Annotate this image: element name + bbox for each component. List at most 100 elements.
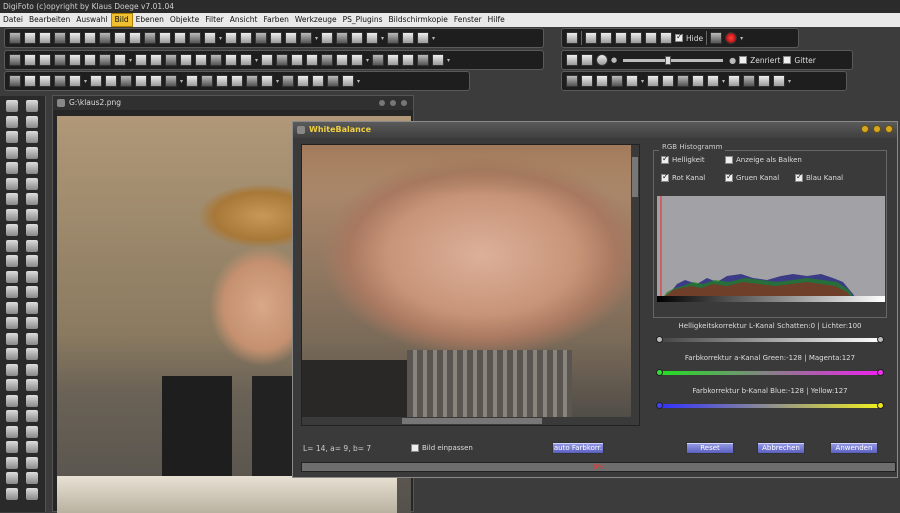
minimize-icon[interactable] bbox=[379, 100, 385, 106]
toolbar-button-icon[interactable] bbox=[39, 75, 51, 87]
toolbar-button-icon[interactable] bbox=[54, 75, 66, 87]
toolbar-button-icon[interactable] bbox=[402, 54, 415, 66]
toolbar-button-icon[interactable] bbox=[743, 75, 756, 87]
toolbar-button-icon[interactable] bbox=[135, 54, 148, 66]
tool-icon[interactable] bbox=[6, 363, 18, 376]
dialog-minimize-icon[interactable] bbox=[861, 125, 869, 133]
fit-image-option[interactable]: Bild einpassen bbox=[411, 444, 473, 452]
chevron-down-icon[interactable]: ▾ bbox=[641, 78, 644, 85]
toolbar-button-icon[interactable] bbox=[114, 32, 126, 44]
zoom-out-icon[interactable]: ● bbox=[611, 56, 617, 64]
tool-icon[interactable] bbox=[26, 239, 38, 252]
menu-hilfe[interactable]: Hilfe bbox=[485, 13, 508, 27]
toolbar-button-icon[interactable] bbox=[174, 32, 186, 44]
camera-icon[interactable] bbox=[566, 32, 578, 44]
tool-icon[interactable] bbox=[26, 301, 38, 314]
chevron-down-icon[interactable]: ▾ bbox=[315, 35, 318, 42]
toolbar-button-icon[interactable] bbox=[144, 32, 156, 44]
toolbar-button-icon[interactable] bbox=[69, 75, 81, 87]
toolbar-button-icon[interactable] bbox=[99, 54, 111, 66]
toolbar-button-icon[interactable] bbox=[647, 75, 660, 87]
toolbar-button-icon[interactable] bbox=[312, 75, 325, 87]
toolbar-button-icon[interactable] bbox=[366, 32, 379, 44]
l-shadow-thumb[interactable] bbox=[656, 336, 663, 343]
toolbar-button-icon[interactable] bbox=[135, 75, 148, 87]
tool-icon[interactable] bbox=[6, 100, 18, 112]
chevron-down-icon[interactable]: ▾ bbox=[722, 78, 725, 85]
layout-icon[interactable] bbox=[630, 32, 642, 44]
toolbar-button-icon[interactable] bbox=[54, 32, 66, 44]
tool-icon[interactable] bbox=[6, 487, 18, 500]
tool-icon[interactable] bbox=[26, 146, 38, 159]
toolbar-button-icon[interactable] bbox=[300, 32, 313, 44]
toolbar-button-icon[interactable] bbox=[165, 54, 178, 66]
tool-icon[interactable] bbox=[26, 224, 38, 236]
tool-icon[interactable] bbox=[6, 224, 18, 236]
chevron-down-icon[interactable]: ▾ bbox=[276, 78, 279, 85]
tool-icon[interactable] bbox=[26, 177, 38, 190]
toolbar-button-icon[interactable] bbox=[114, 54, 126, 66]
toolbar-button-icon[interactable] bbox=[342, 75, 355, 87]
dialog-maximize-icon[interactable] bbox=[873, 125, 881, 133]
toolbar-button-icon[interactable] bbox=[84, 54, 96, 66]
toolbar-button-icon[interactable] bbox=[69, 32, 81, 44]
toolbar-button-icon[interactable] bbox=[387, 54, 400, 66]
panel-icon[interactable] bbox=[645, 32, 657, 44]
toolbar-button-icon[interactable] bbox=[387, 32, 400, 44]
toolbar-button-icon[interactable] bbox=[327, 75, 340, 87]
red-channel-checkbox[interactable] bbox=[661, 172, 669, 182]
toolbar-button-icon[interactable] bbox=[39, 54, 51, 66]
green-channel-option[interactable]: Gruen Kanal bbox=[725, 172, 779, 182]
toolbar-button-icon[interactable] bbox=[285, 32, 298, 44]
maximize-icon[interactable] bbox=[390, 100, 396, 106]
auto-color-button[interactable]: auto Farbkorr. bbox=[552, 442, 604, 454]
toolbar-button-icon[interactable] bbox=[195, 54, 208, 66]
tool-icon[interactable] bbox=[6, 301, 18, 314]
tool-icon[interactable] bbox=[6, 410, 18, 422]
red-channel-option[interactable]: Rot Kanal bbox=[661, 172, 705, 182]
toolbar-button-icon[interactable] bbox=[336, 32, 349, 44]
toolbar-button-icon[interactable] bbox=[282, 75, 295, 87]
preview-vscrollbar[interactable] bbox=[631, 145, 639, 425]
tool-icon[interactable] bbox=[6, 394, 18, 407]
a-green-thumb[interactable] bbox=[656, 369, 663, 376]
toolbar-button-icon[interactable] bbox=[201, 75, 214, 87]
toolbar-button-icon[interactable] bbox=[773, 75, 786, 87]
toolbar-button-icon[interactable] bbox=[54, 54, 66, 66]
window-icon[interactable] bbox=[615, 32, 627, 44]
toolbar-button-icon[interactable] bbox=[566, 75, 578, 87]
toolbar-button-icon[interactable] bbox=[270, 32, 283, 44]
tool-icon[interactable] bbox=[6, 379, 18, 391]
tool-icon[interactable] bbox=[26, 472, 38, 484]
tool-icon[interactable] bbox=[6, 208, 18, 221]
menu-filter[interactable]: Filter bbox=[202, 13, 227, 27]
toolbar-button-icon[interactable] bbox=[432, 54, 445, 66]
green-channel-checkbox[interactable] bbox=[725, 172, 733, 182]
chevron-down-icon[interactable]: ▾ bbox=[381, 35, 384, 42]
fit-icon[interactable] bbox=[566, 54, 578, 66]
tool-icon[interactable] bbox=[6, 177, 18, 190]
dialog-close-icon[interactable] bbox=[885, 125, 893, 133]
tool-icon[interactable] bbox=[6, 193, 18, 205]
chevron-down-icon[interactable]: ▾ bbox=[129, 57, 132, 64]
toolbar-button-icon[interactable] bbox=[402, 32, 415, 44]
tool-icon[interactable] bbox=[6, 115, 18, 128]
chevron-down-icon[interactable]: ▾ bbox=[84, 78, 87, 85]
menu-werkzeuge[interactable]: Werkzeuge bbox=[292, 13, 340, 27]
toolbar-button-icon[interactable] bbox=[321, 32, 334, 44]
toolbar-button-icon[interactable] bbox=[351, 54, 364, 66]
tool-icon[interactable] bbox=[6, 441, 18, 453]
hide-checkbox[interactable] bbox=[675, 32, 683, 42]
tool-icon[interactable] bbox=[6, 162, 18, 174]
blue-channel-checkbox[interactable] bbox=[795, 172, 803, 182]
tool-icon[interactable] bbox=[6, 255, 18, 267]
toolbar-button-icon[interactable] bbox=[231, 75, 244, 87]
toolbar-button-icon[interactable] bbox=[84, 32, 96, 44]
b-channel-slider[interactable] bbox=[659, 404, 881, 408]
tool-icon[interactable] bbox=[26, 255, 38, 267]
l-highlight-thumb[interactable] bbox=[877, 336, 884, 343]
chevron-down-icon[interactable]: ▾ bbox=[740, 35, 743, 42]
tool-icon[interactable] bbox=[6, 270, 18, 283]
toolbar-button-icon[interactable] bbox=[39, 32, 51, 44]
cancel-button[interactable]: Abbrechen bbox=[757, 442, 805, 454]
